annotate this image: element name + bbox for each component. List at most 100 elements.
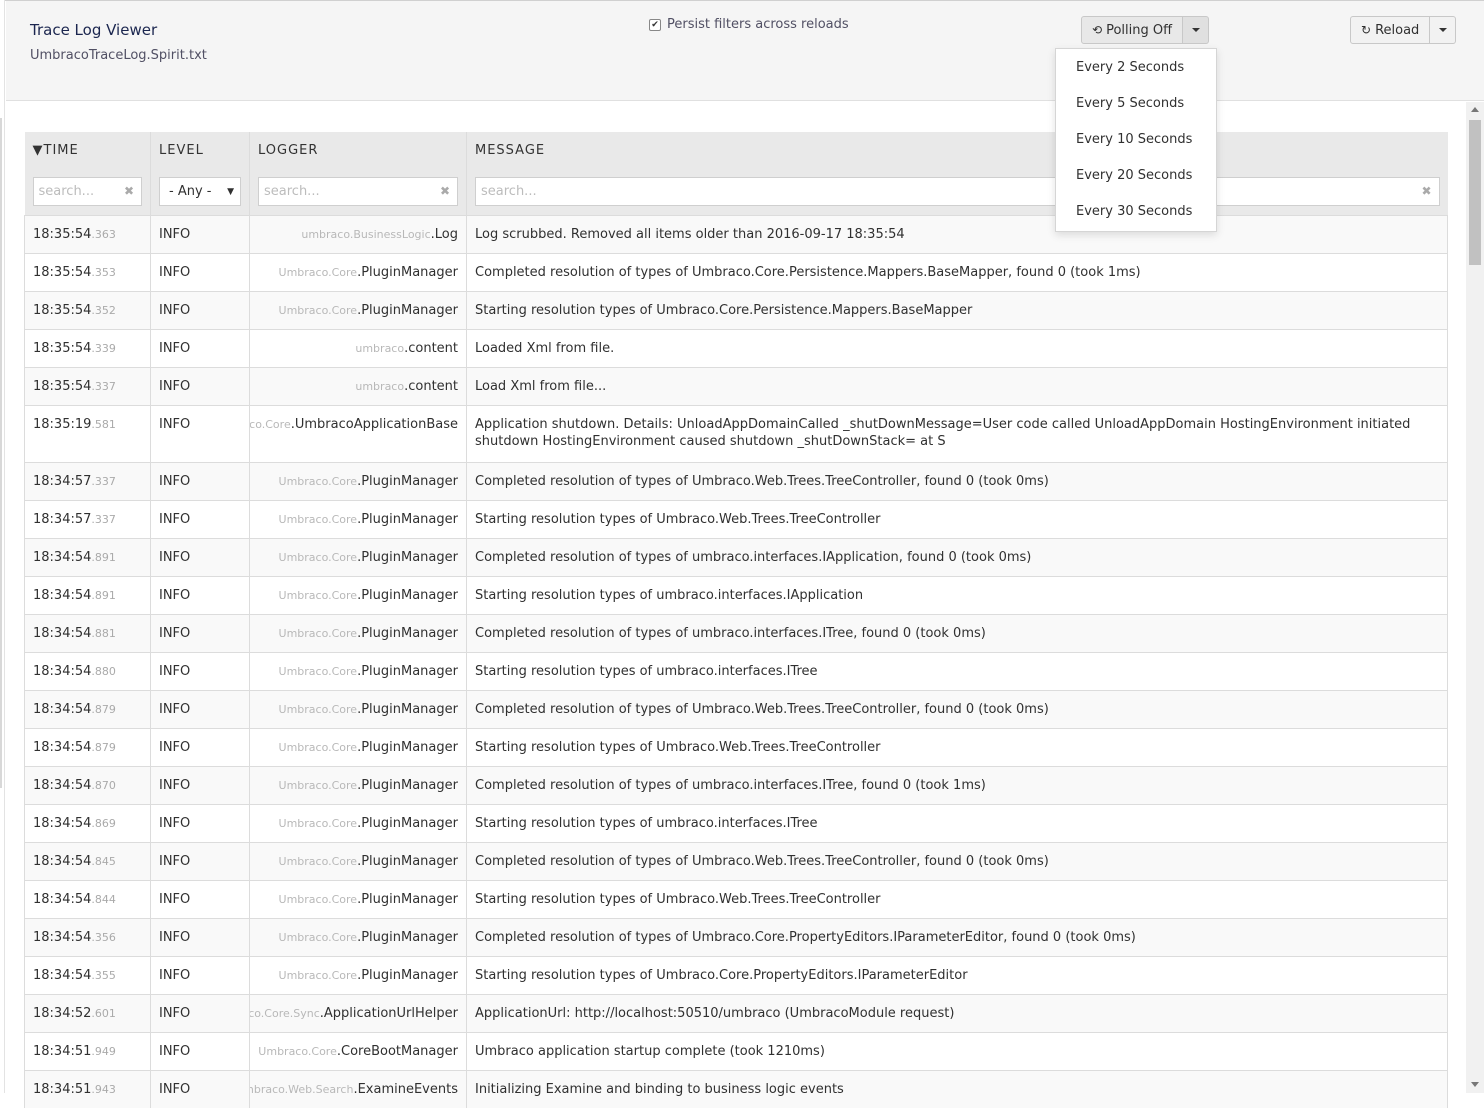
logger-namespace: Umbraco.Core	[278, 778, 358, 792]
scroll-up-arrow-icon[interactable]	[1471, 107, 1479, 112]
level-cell: INFO	[150, 613, 250, 652]
vertical-scrollbar[interactable]	[1466, 102, 1484, 1093]
logger-cell: Umbraco.Core.PluginManager	[249, 499, 467, 538]
scrollbar-thumb[interactable]	[1469, 120, 1481, 265]
polling-option-2s[interactable]: Every 2 Seconds	[1056, 50, 1216, 86]
table-row[interactable]: 18:34:54.356 INFO Umbraco.Core.PluginManag…	[24, 917, 1448, 956]
time-ms: .869	[91, 816, 116, 830]
table-row[interactable]: 18:34:54.879 INFO Umbraco.Core.PluginManag…	[24, 727, 1448, 766]
time-cell: 18:35:54.337	[24, 366, 151, 405]
chevron-down-icon: ▼	[227, 187, 234, 198]
logger-namespace: umbraco	[355, 379, 405, 393]
time-cell: 18:35:54.339	[24, 328, 151, 367]
table-row[interactable]: 18:34:54.879 INFO Umbraco.Core.PluginManag…	[24, 689, 1448, 728]
column-header-label: TIME	[43, 143, 79, 158]
table-row[interactable]: 18:34:57.337 INFO Umbraco.Core.PluginManag…	[24, 499, 1448, 538]
logger-name: .PluginManager	[357, 473, 458, 489]
logger-namespace: co.Core.Sync	[249, 1006, 320, 1020]
logger-namespace: nbraco.Web.Search	[249, 1082, 354, 1096]
logger-namespace: Umbraco.Core	[278, 588, 358, 602]
logger-search-input[interactable]	[259, 184, 457, 200]
message-search-input[interactable]	[476, 184, 1439, 200]
logger-namespace: Umbraco.Core	[278, 512, 358, 526]
logger-name: .PluginManager	[357, 511, 458, 527]
level-cell: INFO	[150, 499, 250, 538]
logger-name: .PluginManager	[357, 815, 458, 831]
page-title: Trace Log Viewer	[30, 21, 158, 39]
time-cell: 18:35:54.363	[24, 214, 151, 253]
table-row[interactable]: 18:34:54.881 INFO Umbraco.Core.PluginManag…	[24, 613, 1448, 652]
column-header-time[interactable]: ▼TIME	[24, 132, 151, 169]
logger-cell: Umbraco.Core.PluginManager	[249, 765, 467, 804]
clear-icon[interactable]: ✖	[1421, 184, 1431, 198]
reload-button[interactable]: ↻ Reload	[1350, 16, 1431, 44]
level-cell: INFO	[150, 727, 250, 766]
table-row[interactable]: 18:34:51.943 INFO nbraco.Web.Search.Examin…	[24, 1069, 1448, 1108]
time-cell: 18:34:51.949	[24, 1031, 151, 1070]
table-row[interactable]: 18:34:52.601 INFO co.Core.Sync.Application…	[24, 993, 1448, 1032]
time-value: 18:34:54	[33, 587, 92, 603]
table-row[interactable]: 18:34:54.891 INFO Umbraco.Core.PluginManag…	[24, 537, 1448, 576]
column-header-logger[interactable]: LOGGER	[249, 132, 467, 169]
level-cell: INFO	[150, 651, 250, 690]
table-row[interactable]: 18:34:54.845 INFO Umbraco.Core.PluginManag…	[24, 841, 1448, 880]
scroll-down-arrow-icon[interactable]	[1471, 1082, 1479, 1087]
table-row[interactable]: 18:35:54.363 INFO umbraco.BusinessLogic.Lo…	[24, 214, 1448, 253]
table-row[interactable]: 18:35:54.353 INFO Umbraco.Core.PluginManag…	[24, 252, 1448, 291]
table-row[interactable]: 18:35:54.337 INFO umbraco.content Load Xml …	[24, 366, 1448, 405]
column-header-message[interactable]: MESSAGE	[466, 132, 1448, 169]
checkbox-checked-icon[interactable]: ✔	[649, 18, 661, 31]
table-row[interactable]: 18:34:54.870 INFO Umbraco.Core.PluginManag…	[24, 765, 1448, 804]
time-filter-cell: ✖	[24, 169, 151, 215]
logger-cell: nbraco.Web.Search.ExamineEvents	[249, 1069, 467, 1108]
polling-dropdown-toggle[interactable]	[1183, 16, 1210, 44]
table-row[interactable]: 18:34:54.880 INFO Umbraco.Core.PluginManag…	[24, 651, 1448, 690]
message-cell: Starting resolution types of umbraco.int…	[466, 803, 1448, 842]
logger-cell: Umbraco.Core.PluginManager	[249, 689, 467, 728]
column-header-label: LEVEL	[159, 143, 204, 158]
polling-option-20s[interactable]: Every 20 Seconds	[1056, 158, 1216, 194]
logger-namespace: co.Core	[249, 417, 291, 431]
level-cell: INFO	[150, 461, 250, 500]
time-ms: .353	[91, 265, 116, 279]
polling-button[interactable]: ⟲ Polling Off	[1081, 16, 1184, 44]
table-row[interactable]: 18:34:54.891 INFO Umbraco.Core.PluginManag…	[24, 575, 1448, 614]
logger-namespace: Umbraco.Core	[278, 740, 358, 754]
reload-dropdown-toggle[interactable]	[1430, 16, 1457, 44]
logger-namespace: Umbraco.Core	[278, 550, 358, 564]
logger-namespace: umbraco.BusinessLogic	[301, 227, 431, 241]
chevron-down-icon	[1191, 28, 1200, 32]
polling-option-10s[interactable]: Every 10 Seconds	[1056, 122, 1216, 158]
clear-icon[interactable]: ✖	[124, 184, 134, 198]
table-row[interactable]: 18:35:54.352 INFO Umbraco.Core.PluginManag…	[24, 290, 1448, 329]
polling-option-5s[interactable]: Every 5 Seconds	[1056, 86, 1216, 122]
table-row[interactable]: 18:35:19.581 INFO co.Core.UmbracoApplicati…	[24, 404, 1448, 462]
logger-name: .PluginManager	[357, 853, 458, 869]
log-table: ▼TIME LEVEL LOGGER MESSAGE ✖ - Any - ▼	[24, 132, 1448, 1108]
message-cell: Starting resolution types of Umbraco.Web…	[466, 879, 1448, 918]
logger-cell: Umbraco.Core.PluginManager	[249, 841, 467, 880]
time-value: 18:34:54	[33, 853, 92, 869]
time-value: 18:35:54	[33, 340, 92, 356]
persist-filters-toggle[interactable]: ✔ Persist filters across reloads	[649, 17, 849, 32]
message-cell: Completed resolution of types of Umbraco…	[466, 252, 1448, 291]
table-row[interactable]: 18:34:54.869 INFO Umbraco.Core.PluginManag…	[24, 803, 1448, 842]
message-cell: Starting resolution types of umbraco.int…	[466, 575, 1448, 614]
time-ms: .337	[91, 474, 116, 488]
clear-icon[interactable]: ✖	[440, 184, 450, 198]
table-row[interactable]: 18:35:54.339 INFO umbraco.content Loaded Xm…	[24, 328, 1448, 367]
logger-cell: Umbraco.Core.CoreBootManager	[249, 1031, 467, 1070]
time-value: 18:34:54	[33, 739, 92, 755]
logger-namespace: Umbraco.Core	[278, 930, 358, 944]
message-cell: Completed resolution of types of umbraco…	[466, 765, 1448, 804]
table-row[interactable]: 18:34:51.949 INFO Umbraco.Core.CoreBootMan…	[24, 1031, 1448, 1070]
table-row[interactable]: 18:34:57.337 INFO Umbraco.Core.PluginManag…	[24, 461, 1448, 500]
table-row[interactable]: 18:34:54.844 INFO Umbraco.Core.PluginManag…	[24, 879, 1448, 918]
time-value: 18:34:54	[33, 663, 92, 679]
message-cell: Log scrubbed. Removed all items older th…	[466, 214, 1448, 253]
logger-namespace: Umbraco.Core	[278, 892, 358, 906]
column-header-level[interactable]: LEVEL	[150, 132, 250, 169]
level-select[interactable]: - Any - ▼	[159, 177, 241, 207]
table-row[interactable]: 18:34:54.355 INFO Umbraco.Core.PluginManag…	[24, 955, 1448, 994]
polling-option-30s[interactable]: Every 30 Seconds	[1056, 194, 1216, 230]
